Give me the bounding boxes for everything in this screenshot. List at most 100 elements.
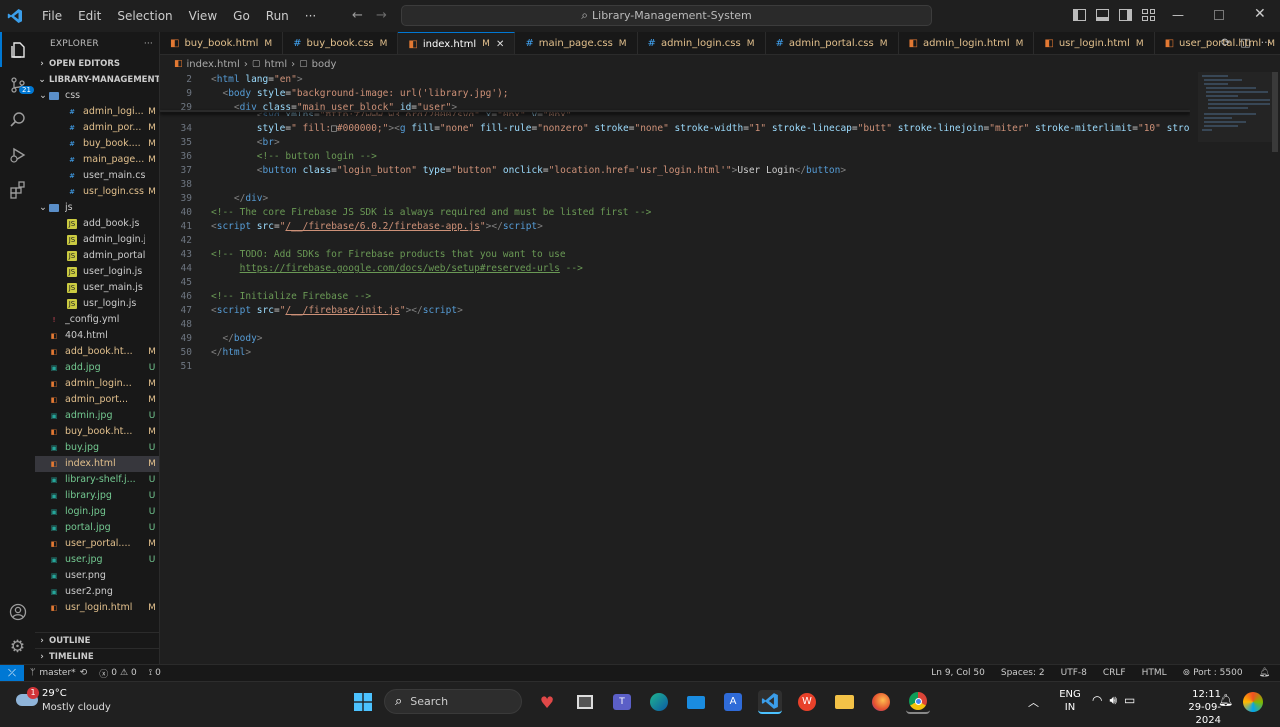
file-item[interactable]: ◧ add_book.ht... M — [35, 344, 159, 360]
file-item[interactable]: ◧ admin_port... M — [35, 392, 159, 408]
close-window-button[interactable]: ✕ — [1254, 6, 1266, 22]
file-item[interactable]: JS usr_login.js — [35, 296, 159, 312]
wps-office-icon[interactable]: W — [795, 690, 819, 714]
file-item[interactable]: ◧ user_portal.... M — [35, 536, 159, 552]
clock[interactable]: 12:11 29-09-2024 — [1177, 688, 1221, 727]
menu-selection[interactable]: Selection — [109, 0, 180, 32]
source-control-icon[interactable]: 21 — [0, 67, 35, 102]
tab-admin-login-html[interactable]: ◧ admin_login.html M — [899, 32, 1035, 54]
file-item[interactable]: ▣ user.jpg U — [35, 552, 159, 568]
code-editor[interactable]: 2 <html lang="en"> 9 <body style="backgrou… — [160, 72, 1195, 664]
breadcrumb-html[interactable]: html — [264, 59, 287, 70]
menu-edit[interactable]: Edit — [70, 0, 109, 32]
remote-indicator-icon[interactable]: ⤫ — [0, 664, 24, 682]
file-item[interactable]: ▣ buy.jpg U — [35, 440, 159, 456]
firefox-icon[interactable] — [869, 690, 893, 714]
cursor-position[interactable]: Ln 9, Col 50 — [931, 668, 985, 678]
file-item[interactable]: ▣ admin.jpg U — [35, 408, 159, 424]
code-line[interactable]: </html> — [211, 347, 251, 358]
file-item[interactable]: ▣ library.jpg U — [35, 488, 159, 504]
indentation[interactable]: Spaces: 2 — [1001, 668, 1045, 678]
file-item[interactable]: # main_page.... M — [35, 152, 159, 168]
file-item[interactable]: JS admin_portal.js — [35, 248, 159, 264]
extensions-icon[interactable] — [0, 172, 35, 207]
menu-run[interactable]: Run — [258, 0, 297, 32]
accounts-icon[interactable] — [0, 594, 35, 629]
code-line[interactable]: <!-- TODO: Add SDKs for Firebase product… — [211, 249, 566, 260]
run-debug-icon[interactable] — [0, 137, 35, 172]
code-line[interactable]: https://firebase.google.com/docs/web/set… — [211, 263, 583, 274]
close-tab-icon[interactable]: ✕ — [496, 39, 504, 50]
nav-back-icon[interactable]: ← — [352, 8, 363, 23]
file-item[interactable]: ▣ user.png — [35, 568, 159, 584]
breadcrumb-file[interactable]: index.html — [187, 59, 240, 70]
problems-indicator[interactable]: ⓧ 0 ⚠ 0 — [99, 667, 137, 680]
windows-start-icon[interactable] — [351, 690, 375, 714]
scrollbar-thumb[interactable] — [1272, 72, 1278, 152]
file-item[interactable]: ▣ login.jpg U — [35, 504, 159, 520]
chrome-icon[interactable] — [906, 690, 930, 714]
notifications-bell-icon[interactable]: 🔔︎ — [1259, 668, 1270, 678]
tab-admin-login-css[interactable]: # admin_login.css M — [638, 32, 766, 54]
code-line[interactable]: <!-- button login --> — [211, 151, 377, 162]
show-hidden-icons[interactable]: ︿ — [1028, 694, 1039, 710]
folder-item[interactable]: ⌄ js — [35, 200, 159, 216]
tab-usr-login-html[interactable]: ◧ usr_login.html M — [1034, 32, 1155, 54]
whiteboard-icon[interactable]: A — [721, 690, 745, 714]
menu-go[interactable]: Go — [225, 0, 258, 32]
command-center-search[interactable]: ⌕ Library-Management-System — [401, 5, 932, 26]
code-line[interactable]: <html lang="en"> — [211, 74, 303, 85]
file-item[interactable]: ◧ index.html M — [35, 456, 159, 472]
open-editors-section[interactable]: › OPEN EDITORS — [35, 56, 159, 72]
file-explorer-icon[interactable] — [832, 690, 856, 714]
file-item[interactable]: ! _config.yml — [35, 312, 159, 328]
copilot-icon[interactable] — [1243, 692, 1263, 712]
customize-layout-icon[interactable] — [1142, 9, 1155, 21]
language-mode[interactable]: HTML — [1142, 668, 1167, 678]
tab-index-html[interactable]: ◧ index.html M ✕ — [398, 32, 516, 54]
file-item[interactable]: ◧ usr_login.html M — [35, 600, 159, 616]
menu-more[interactable]: ··· — [297, 0, 324, 32]
code-line[interactable]: <button class="login_button" type="butto… — [211, 165, 846, 176]
toggle-panel-icon[interactable] — [1096, 9, 1109, 21]
more-actions-icon[interactable]: ··· — [144, 32, 153, 56]
breadcrumb-body[interactable]: body — [312, 59, 337, 70]
file-item[interactable]: ◧ 404.html — [35, 328, 159, 344]
nav-forward-icon[interactable]: → — [376, 8, 387, 23]
volume-icon[interactable]: 🔊︎ — [1109, 693, 1117, 708]
end-of-line[interactable]: CRLF — [1103, 668, 1126, 678]
folder-item[interactable]: ⌄ css — [35, 88, 159, 104]
open-changes-icon[interactable]: ⟳ — [1221, 36, 1230, 49]
edge-browser-icon[interactable] — [647, 690, 671, 714]
more-actions-icon[interactable]: ··· — [1261, 36, 1272, 49]
tab-buy-book-html[interactable]: ◧ buy_book.html M — [160, 32, 284, 54]
menu-view[interactable]: View — [181, 0, 225, 32]
taskbar-search[interactable]: ⌕ Search — [384, 689, 522, 714]
code-line[interactable]: <script src="/__/firebase/init.js"></scr… — [211, 305, 463, 316]
file-item[interactable]: JS user_login.js — [35, 264, 159, 280]
file-item[interactable]: JS user_main.js — [35, 280, 159, 296]
mail-icon[interactable] — [684, 690, 708, 714]
encoding[interactable]: UTF-8 — [1061, 668, 1087, 678]
code-line[interactable]: </div> — [211, 193, 268, 204]
file-item[interactable]: ▣ portal.jpg U — [35, 520, 159, 536]
file-item[interactable]: # usr_login.css M — [35, 184, 159, 200]
code-line[interactable]: </body> — [211, 333, 262, 344]
code-line[interactable]: <!-- The core Firebase JS SDK is always … — [211, 207, 651, 218]
timeline-section[interactable]: › TIMELINE — [35, 648, 159, 664]
input-language[interactable]: ENG IN — [1056, 688, 1084, 714]
outline-section[interactable]: › OUTLINE — [35, 632, 159, 648]
menu-file[interactable]: File — [34, 0, 70, 32]
file-item[interactable]: JS admin_login.js — [35, 232, 159, 248]
minimap[interactable] — [1190, 72, 1280, 664]
file-item[interactable]: # user_main.css — [35, 168, 159, 184]
search-view-icon[interactable] — [0, 102, 35, 137]
file-item[interactable]: ◧ admin_login... M — [35, 376, 159, 392]
weather-widget[interactable]: 1 29°C Mostly cloudy — [14, 687, 124, 716]
code-line[interactable]: <!-- Initialize Firebase --> — [211, 291, 371, 302]
notification-icon[interactable]: 🔔︎ — [1218, 693, 1233, 707]
code-line[interactable]: <body style="background-image: url('libr… — [211, 88, 508, 99]
file-item[interactable]: # buy_book.... M — [35, 136, 159, 152]
split-editor-icon[interactable]: ◫ — [1240, 36, 1250, 49]
code-line[interactable]: <br> — [211, 137, 280, 148]
